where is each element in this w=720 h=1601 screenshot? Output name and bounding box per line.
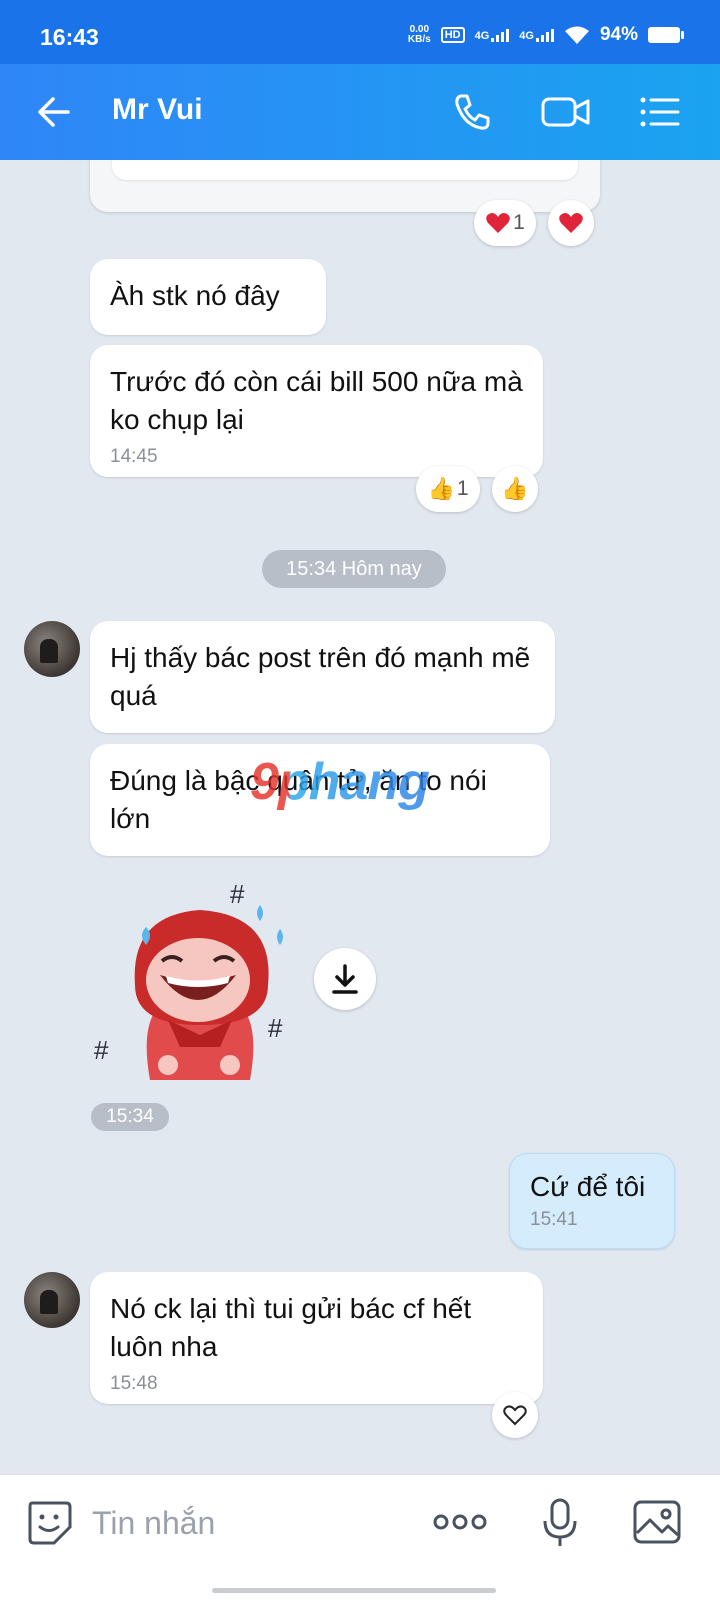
watermark-logo: 9phang (250, 753, 430, 811)
thumbs-up-icon: 👍 (501, 476, 529, 501)
heart-outline-icon (503, 1405, 527, 1426)
svg-text:#: # (268, 1013, 283, 1043)
download-icon (332, 964, 358, 994)
reaction-like-count[interactable]: 👍 1 (416, 466, 480, 512)
image-icon[interactable] (632, 1499, 682, 1545)
signal-sim2-icon: 4G (519, 28, 554, 42)
back-arrow-icon[interactable] (34, 92, 74, 132)
video-call-icon[interactable] (540, 90, 592, 134)
reaction-heart-count[interactable]: 1 (474, 200, 536, 246)
wifi-icon (564, 26, 589, 44)
message-list[interactable]: 1 Àh stk nó đây Trước đó còn cái bill 50… (0, 160, 720, 1500)
message-composer: Tin nhắn (0, 1474, 720, 1601)
message-time: 15:41 (530, 1209, 578, 1230)
home-indicator (212, 1588, 496, 1593)
avatar[interactable] (24, 621, 80, 677)
status-icons: 0.00 KB/s HD 4G 4G 94% (407, 24, 684, 46)
network-speed: 0.00 KB/s (407, 24, 431, 45)
message-bubble-incoming[interactable]: Àh stk nó đây (90, 259, 326, 335)
avatar[interactable] (24, 1272, 80, 1328)
message-text: Trước đó còn cái bill 500 nữa mà ko chụp… (110, 366, 523, 435)
download-button[interactable] (314, 948, 376, 1010)
phone-icon[interactable] (450, 90, 494, 134)
battery-percent: 94% (599, 24, 638, 45)
date-divider: 15:34 Hôm nay (262, 550, 446, 588)
react-heart-button[interactable] (492, 1392, 538, 1438)
message-text: Àh stk nó đây (110, 280, 280, 311)
sticker-time: 15:34 (91, 1103, 169, 1131)
battery-icon (648, 27, 684, 43)
reaction-like-button[interactable]: 👍 (492, 466, 538, 512)
message-text: Nó ck lại thì tui gửi bác cf hết luôn nh… (110, 1293, 472, 1362)
reaction-heart-button[interactable] (548, 200, 594, 246)
menu-list-icon[interactable] (638, 90, 682, 134)
status-time: 16:43 (40, 24, 99, 50)
heart-icon (486, 213, 510, 233)
more-icon[interactable] (432, 1511, 488, 1533)
message-bubble-incoming[interactable]: Hj thấy bác post trên đó mạnh mẽ quá (90, 621, 555, 733)
message-text: Cứ để tôi (530, 1171, 646, 1202)
sticker-icon[interactable] (24, 1497, 74, 1547)
heart-icon (559, 213, 583, 233)
thumbs-up-icon: 👍 (427, 476, 455, 501)
chat-header: Mr Vui (0, 64, 720, 160)
message-text: Hj thấy bác post trên đó mạnh mẽ quá (110, 642, 531, 711)
microphone-icon[interactable] (540, 1497, 580, 1549)
svg-text:#: # (230, 879, 245, 909)
message-time: 15:48 (110, 1373, 158, 1394)
sticker-crying-laughing-girl[interactable]: # # # (90, 875, 310, 1085)
contact-name[interactable]: Mr Vui (112, 93, 203, 127)
hd-badge: HD (440, 27, 465, 43)
svg-text:#: # (94, 1035, 109, 1065)
signal-sim1-icon: 4G (475, 28, 510, 42)
status-bar: 16:43 0.00 KB/s HD 4G 4G 94% (0, 0, 720, 64)
message-bubble-incoming[interactable]: Nó ck lại thì tui gửi bác cf hết luôn nh… (90, 1272, 543, 1404)
message-bubble-incoming[interactable]: Trước đó còn cái bill 500 nữa mà ko chụp… (90, 345, 543, 477)
message-input[interactable]: Tin nhắn (92, 1505, 215, 1542)
message-bubble-outgoing[interactable]: Cứ để tôi 15:41 (509, 1153, 675, 1249)
